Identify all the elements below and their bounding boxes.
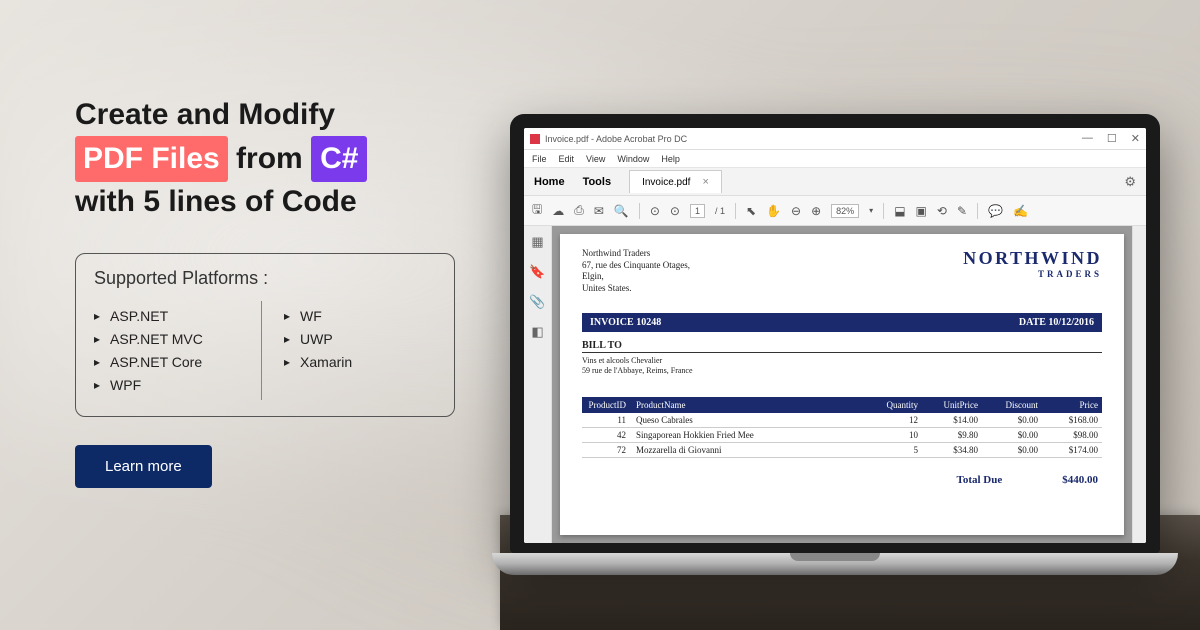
page-number-input[interactable]: 1 xyxy=(690,204,705,218)
comment-icon[interactable]: 💬 xyxy=(988,204,1003,218)
headline-line3: with 5 lines of Code xyxy=(75,185,357,218)
tabbar: Home Tools Invoice.pdf × ⚙ xyxy=(524,168,1146,196)
platform-item: WF xyxy=(284,308,436,324)
fit-width-icon[interactable]: ⬓ xyxy=(894,204,905,218)
bill-to-value: Vins et alcools Chevalier 59 rue de l'Ab… xyxy=(582,356,1102,377)
platform-item: ASP.NET MVC xyxy=(94,331,246,347)
menu-edit[interactable]: Edit xyxy=(559,154,575,164)
company-logo: NORTHWIND TRADERS xyxy=(963,248,1102,279)
page-total: / 1 xyxy=(715,206,725,216)
tab-tools[interactable]: Tools xyxy=(583,176,612,188)
pdf-app-icon xyxy=(530,134,540,144)
page-up-icon[interactable]: ⊙ xyxy=(650,204,660,218)
window-title: Invoice.pdf - Adobe Acrobat Pro DC xyxy=(545,134,1082,144)
platform-item: ASP.NET xyxy=(94,308,246,324)
menu-file[interactable]: File xyxy=(532,154,547,164)
zoom-out-icon[interactable]: ⊖ xyxy=(791,204,801,218)
page-down-icon[interactable]: ⊙ xyxy=(670,204,680,218)
fit-page-icon[interactable]: ▣ xyxy=(916,204,927,218)
menu-window[interactable]: Window xyxy=(617,154,649,164)
invoice-header-bar: INVOICE 10248 DATE 10/12/2016 xyxy=(582,313,1102,332)
rotate-icon[interactable]: ⟲ xyxy=(937,204,947,218)
right-rail[interactable] xyxy=(1132,226,1146,543)
window-titlebar[interactable]: Invoice.pdf - Adobe Acrobat Pro DC — ☐ ✕ xyxy=(524,128,1146,150)
company-address: Northwind Traders 67, rue des Cinquante … xyxy=(582,248,690,295)
headline-csharp-badge: C# xyxy=(311,136,367,183)
close-button[interactable]: ✕ xyxy=(1131,132,1140,145)
print-icon[interactable]: ⎙ xyxy=(574,203,584,218)
platforms-panel: Supported Platforms : ASP.NET ASP.NET MV… xyxy=(75,253,455,417)
learn-more-button[interactable]: Learn more xyxy=(75,445,212,488)
search-icon[interactable]: 🔍 xyxy=(614,204,629,218)
document-tab[interactable]: Invoice.pdf × xyxy=(629,170,722,193)
headline-pdf-badge: PDF Files xyxy=(75,136,228,183)
platform-item: UWP xyxy=(284,331,436,347)
headline-from: from xyxy=(236,142,303,175)
table-row: 11Queso Cabrales12$14.00$0.00$168.00 xyxy=(582,413,1102,428)
left-rail: ▦ 🔖 📎 ◧ xyxy=(524,226,552,543)
tab-home[interactable]: Home xyxy=(534,176,565,188)
hand-icon[interactable]: ✋ xyxy=(766,204,781,218)
bookmark-icon[interactable]: 🔖 xyxy=(529,264,545,280)
toolbar: 🖫 ☁ ⎙ ✉ 🔍 ⊙ ⊙ 1 / 1 ⬉ ✋ ⊖ ⊕ 82% ▾ ⬓ ▣ xyxy=(524,196,1146,226)
pdf-page: Northwind Traders 67, rue des Cinquante … xyxy=(560,234,1124,535)
table-row: 42Singaporean Hokkien Fried Mee10$9.80$0… xyxy=(582,428,1102,443)
platform-item: Xamarin xyxy=(284,354,436,370)
headline-line1: Create and Modify xyxy=(75,98,335,131)
platform-item: WPF xyxy=(94,377,246,393)
thumbnails-icon[interactable]: ▦ xyxy=(531,234,543,250)
maximize-button[interactable]: ☐ xyxy=(1107,132,1117,145)
menubar: File Edit View Window Help xyxy=(524,150,1146,168)
table-row: 72Mozzarella di Giovanni5$34.80$0.00$174… xyxy=(582,443,1102,458)
cloud-icon[interactable]: ☁ xyxy=(552,204,564,218)
menu-view[interactable]: View xyxy=(586,154,605,164)
platforms-title: Supported Platforms : xyxy=(94,268,436,289)
highlight-icon[interactable]: ✎ xyxy=(957,204,967,218)
gear-icon[interactable]: ⚙ xyxy=(1124,174,1136,190)
attachment-icon[interactable]: 📎 xyxy=(529,294,545,310)
bill-to-label: BILL TO xyxy=(582,340,1102,353)
tab-close-icon[interactable]: × xyxy=(702,176,708,188)
total-due: Total Due $440.00 xyxy=(582,474,1102,486)
invoice-number: INVOICE 10248 xyxy=(590,317,661,328)
pointer-icon[interactable]: ⬉ xyxy=(746,204,756,218)
layers-icon[interactable]: ◧ xyxy=(531,324,543,340)
invoice-date: DATE 10/12/2016 xyxy=(1019,317,1094,328)
document-tab-label: Invoice.pdf xyxy=(642,177,690,188)
page-viewport[interactable]: Northwind Traders 67, rue des Cinquante … xyxy=(552,226,1132,543)
sign-icon[interactable]: ✍ xyxy=(1013,204,1028,218)
zoom-select[interactable]: 82% xyxy=(831,204,859,218)
headline: Create and Modify PDF Files from C# with… xyxy=(75,95,455,223)
invoice-table: ProductID ProductName Quantity UnitPrice… xyxy=(582,397,1102,458)
platform-item: ASP.NET Core xyxy=(94,354,246,370)
save-icon[interactable]: 🖫 xyxy=(532,200,542,221)
minimize-button[interactable]: — xyxy=(1082,132,1093,145)
laptop-frame: Invoice.pdf - Adobe Acrobat Pro DC — ☐ ✕… xyxy=(510,114,1160,575)
zoom-in-icon[interactable]: ⊕ xyxy=(811,204,821,218)
menu-help[interactable]: Help xyxy=(661,154,680,164)
mail-icon[interactable]: ✉ xyxy=(594,204,604,218)
